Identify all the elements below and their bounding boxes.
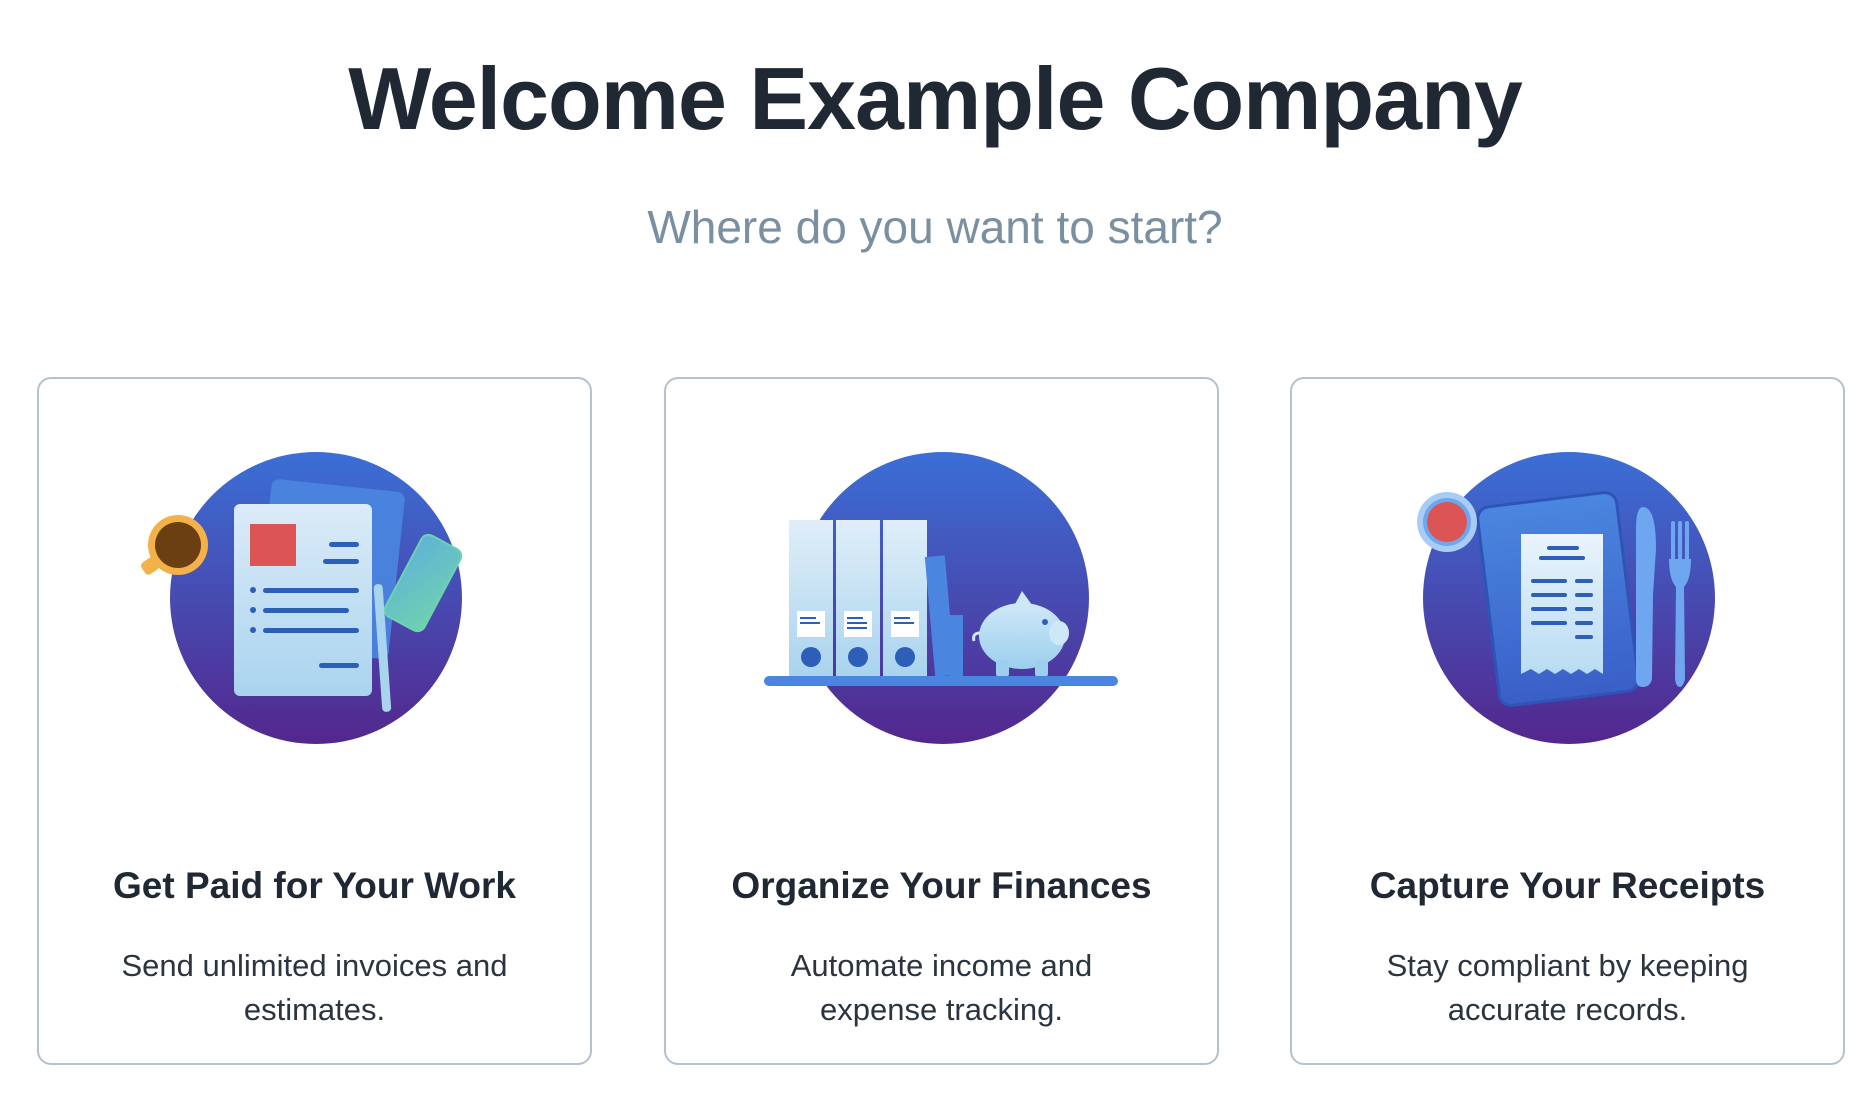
finance-binders-illustration-icon xyxy=(764,452,1118,744)
invoice-illustration-icon xyxy=(141,452,463,744)
card-title: Organize Your Finances xyxy=(731,865,1152,906)
card-title: Get Paid for Your Work xyxy=(113,865,516,906)
card-description: Automate income and expense tracking. xyxy=(790,948,1093,1027)
card-description: Send unlimited invoices and estimates. xyxy=(121,948,508,1027)
card-description: Stay compliant by keeping accurate recor… xyxy=(1386,948,1749,1027)
page-subtitle: Where do you want to start? xyxy=(647,201,1223,253)
receipt-illustration-icon xyxy=(1417,452,1715,744)
get-paid-card[interactable]: Get Paid for Your Work Send unlimited in… xyxy=(37,377,592,1065)
card-title: Capture Your Receipts xyxy=(1369,865,1766,906)
page-title: Welcome Example Company xyxy=(348,49,1523,148)
organize-finances-card[interactable]: Organize Your Finances Automate income a… xyxy=(664,377,1219,1065)
capture-receipts-card[interactable]: Capture Your Receipts Stay compliant by … xyxy=(1290,377,1845,1065)
welcome-page: Welcome Example Company Where do you wan… xyxy=(0,0,1870,1094)
